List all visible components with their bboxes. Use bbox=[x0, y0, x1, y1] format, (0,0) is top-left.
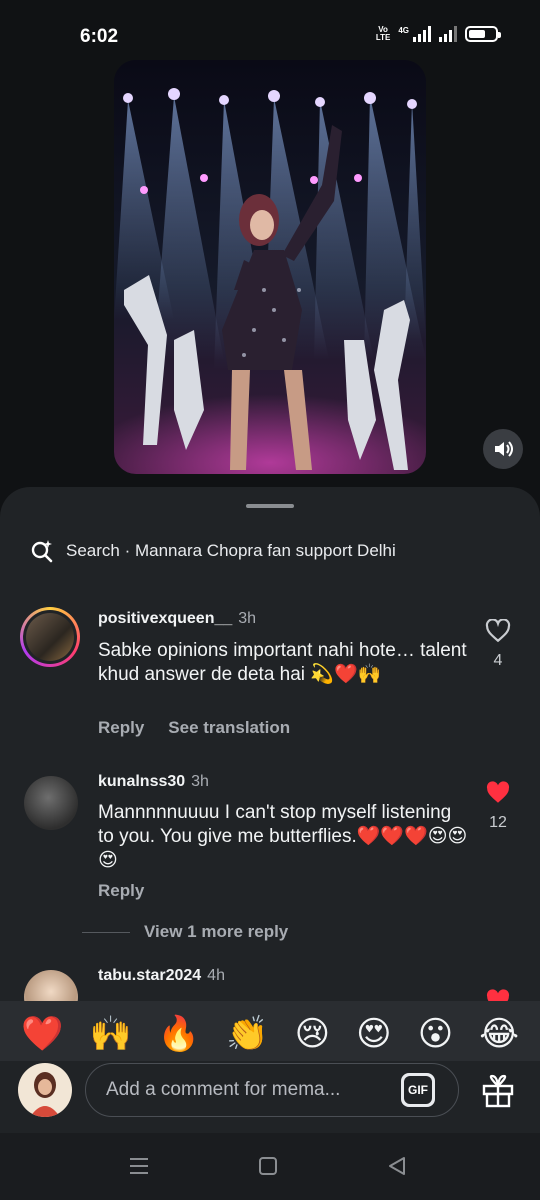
comment-text: Sabke opinions important nahi hote… tale… bbox=[98, 640, 467, 685]
related-search-label: Search · Mannara Chopra fan support Delh… bbox=[66, 541, 396, 560]
comment-text: Mannnnnuuuu I can't stop myself listenin… bbox=[98, 802, 468, 871]
comment-author[interactable]: tabu.star2024 4h bbox=[98, 967, 225, 985]
divider bbox=[82, 931, 130, 933]
gift-icon[interactable] bbox=[480, 1073, 516, 1109]
reply-button[interactable]: Reply bbox=[98, 881, 144, 901]
sheet-drag-handle[interactable] bbox=[246, 504, 294, 508]
related-search[interactable]: Search · Mannara Chopra fan support Delh… bbox=[30, 539, 396, 563]
comment-author[interactable]: positivexqueen__ 3h bbox=[98, 610, 256, 628]
network-type: 4G bbox=[398, 26, 409, 35]
comment-time: 3h bbox=[191, 773, 209, 790]
emoji-laughing[interactable]: 😂 bbox=[479, 1017, 519, 1051]
emoji-heart[interactable]: ❤️ bbox=[21, 1017, 63, 1051]
heart-outline-icon bbox=[485, 618, 511, 643]
back-icon[interactable] bbox=[386, 1155, 408, 1177]
see-translation-button[interactable]: See translation bbox=[168, 718, 290, 738]
signal-icon bbox=[413, 26, 431, 42]
current-user-avatar[interactable] bbox=[18, 1063, 72, 1117]
home-icon[interactable] bbox=[258, 1155, 278, 1177]
comment-author[interactable]: kunalnss30 3h bbox=[98, 773, 209, 791]
emoji-surprised[interactable]: 😮 bbox=[418, 1017, 453, 1051]
volte-icon: Vo LTE bbox=[375, 25, 391, 42]
system-nav-bar bbox=[0, 1133, 540, 1200]
comment-username[interactable]: positivexqueen__ bbox=[98, 610, 232, 627]
emoji-raised-hands[interactable]: 🙌 bbox=[89, 1017, 131, 1051]
video-player[interactable] bbox=[114, 60, 426, 474]
sparkle-search-icon bbox=[31, 540, 53, 563]
recents-icon[interactable] bbox=[128, 1155, 150, 1177]
signal-icon-2 bbox=[439, 26, 457, 42]
comment-composer: GIF bbox=[0, 1061, 540, 1133]
comment-username[interactable]: kunalnss30 bbox=[98, 773, 185, 790]
comment-time: 3h bbox=[238, 610, 257, 627]
emoji-reaction-bar: ❤️ 🙌 🔥 👏 😢 😍 😮 😂 bbox=[0, 1001, 540, 1067]
like-button[interactable]: 4 bbox=[480, 618, 516, 670]
emoji-fire[interactable]: 🔥 bbox=[158, 1017, 200, 1051]
sound-toggle-button[interactable] bbox=[483, 429, 523, 469]
comment-actions: Reply bbox=[98, 881, 144, 901]
reply-button[interactable]: Reply bbox=[98, 718, 144, 738]
gif-button[interactable]: GIF bbox=[401, 1073, 435, 1107]
profile-photo bbox=[18, 1063, 72, 1117]
like-count: 4 bbox=[493, 652, 503, 669]
battery-icon bbox=[465, 26, 501, 42]
emoji-crying[interactable]: 😢 bbox=[295, 1017, 330, 1051]
comment-actions: Reply See translation bbox=[98, 718, 290, 738]
heart-filled-icon bbox=[486, 781, 510, 803]
speaker-icon bbox=[495, 441, 513, 457]
emoji-clap[interactable]: 👏 bbox=[226, 1017, 268, 1051]
comment-username[interactable]: tabu.star2024 bbox=[98, 967, 201, 984]
like-button[interactable]: 12 bbox=[480, 781, 516, 832]
status-time: 6:02 bbox=[80, 26, 119, 47]
gif-label: GIF bbox=[404, 1076, 432, 1104]
status-icons: Vo LTE 4G bbox=[375, 25, 501, 42]
emoji-heart-eyes[interactable]: 😍 bbox=[356, 1017, 391, 1051]
comment-time: 4h bbox=[207, 967, 225, 984]
video-frame bbox=[114, 60, 426, 474]
view-more-label[interactable]: View 1 more reply bbox=[144, 922, 288, 942]
avatar[interactable] bbox=[20, 607, 80, 667]
avatar[interactable] bbox=[24, 776, 78, 830]
like-count: 12 bbox=[489, 814, 507, 831]
view-more-replies[interactable]: View 1 more reply bbox=[82, 922, 288, 942]
